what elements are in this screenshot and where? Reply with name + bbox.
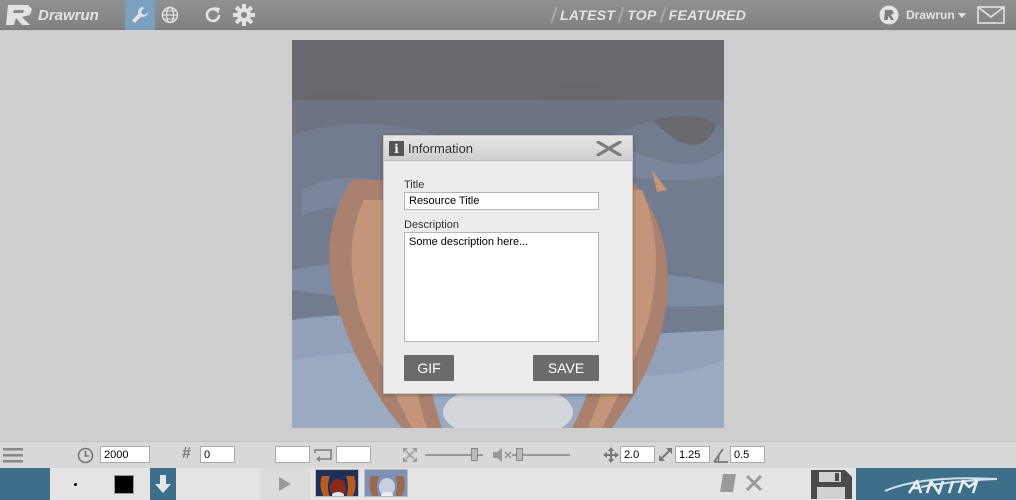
bottom-bar: [0, 468, 1016, 500]
save-file-button[interactable]: [806, 468, 856, 500]
close-icon[interactable]: [596, 141, 622, 156]
scale-input[interactable]: [675, 446, 710, 463]
frame-thumbnail-image: [316, 470, 358, 496]
frame-thumbnail[interactable]: [364, 469, 408, 497]
loop-start-input[interactable]: [275, 446, 310, 463]
eraser-icon[interactable]: [719, 473, 737, 493]
loop-end-input[interactable]: [336, 446, 371, 463]
title-input[interactable]: [404, 192, 599, 210]
move-input[interactable]: [620, 446, 655, 463]
brush-size-dot[interactable]: [74, 483, 77, 486]
floppy-disk-icon: [811, 470, 852, 499]
expand-icon: [403, 448, 417, 462]
info-icon: i: [389, 141, 404, 156]
dialog-header: i Information: [384, 136, 632, 161]
download-button[interactable]: [150, 468, 176, 500]
frame-thumbnail-image: [365, 470, 407, 496]
color-swatch[interactable]: [114, 475, 134, 494]
play-button[interactable]: [260, 468, 310, 500]
anim-logo[interactable]: [866, 468, 1016, 500]
play-icon: [279, 477, 291, 491]
delete-frame-icon[interactable]: [745, 474, 763, 492]
description-input[interactable]: Some description here...: [404, 232, 599, 342]
dialog-title: Information: [408, 141, 474, 156]
gif-button[interactable]: GIF: [404, 355, 454, 381]
skew-input[interactable]: [730, 446, 765, 463]
skew-icon: [713, 448, 728, 463]
timeline-toolbar: #: [0, 441, 1016, 468]
frame-thumbnail[interactable]: [315, 469, 359, 497]
clock-icon: [77, 447, 94, 464]
loop-icon[interactable]: [312, 447, 334, 464]
arrow-down-icon: [155, 475, 171, 493]
information-dialog: i Information Title Description Some des…: [383, 135, 633, 394]
scale-icon: [659, 448, 672, 461]
anim-logo-icon: [884, 477, 998, 495]
title-label: Title: [404, 179, 425, 191]
hash-icon: #: [182, 445, 191, 462]
move-icon: [603, 447, 619, 463]
menu-icon[interactable]: [3, 447, 23, 463]
duration-input[interactable]: [100, 446, 150, 463]
frame-number-input[interactable]: [200, 446, 235, 463]
volume-slider-handle[interactable]: [516, 448, 523, 461]
save-button[interactable]: SAVE: [533, 355, 599, 381]
description-label: Description: [404, 219, 460, 231]
volume-mute-icon[interactable]: [492, 447, 514, 463]
zoom-slider-handle[interactable]: [471, 448, 478, 461]
